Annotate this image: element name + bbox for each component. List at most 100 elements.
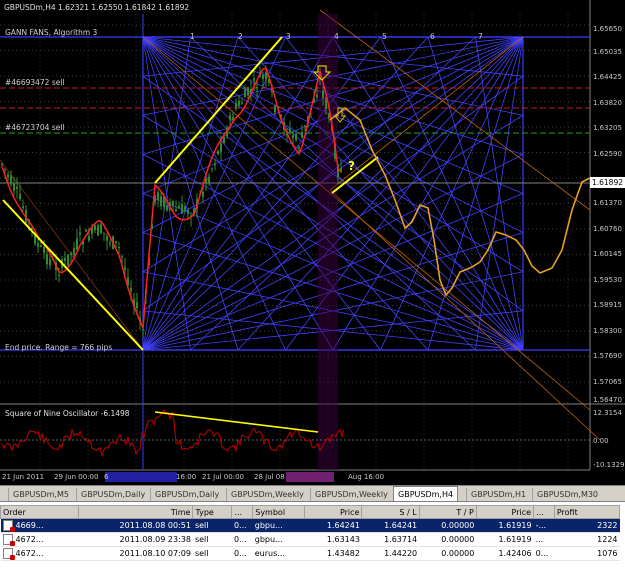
x-axis-label: Aug 16:00 bbox=[348, 473, 385, 481]
candle-body bbox=[316, 94, 318, 98]
col-current-price[interactable]: Price bbox=[475, 505, 535, 519]
table-cell: gbpu... bbox=[252, 532, 305, 547]
table-header: Order Time Type ... Symbol Price S / L T… bbox=[0, 505, 621, 519]
candle-body bbox=[253, 78, 255, 81]
time-highlight bbox=[286, 472, 334, 482]
table-cell: ... bbox=[533, 532, 555, 547]
candle-body bbox=[274, 105, 276, 113]
candle-body bbox=[160, 196, 162, 207]
y-axis-label: 1.65650 bbox=[593, 25, 622, 33]
candle-body bbox=[247, 87, 249, 96]
candle-body bbox=[256, 87, 258, 89]
orange-diagonal bbox=[319, 9, 591, 211]
col-time[interactable]: Time bbox=[78, 505, 194, 519]
candle-body bbox=[121, 255, 123, 258]
candle-body bbox=[136, 302, 138, 309]
col-price[interactable]: Price bbox=[304, 505, 363, 519]
candle-body bbox=[100, 224, 102, 233]
candle-body bbox=[7, 174, 9, 178]
col-type[interactable]: Type bbox=[192, 505, 233, 519]
candle-body bbox=[22, 206, 24, 209]
candle-body bbox=[178, 205, 180, 209]
x-axis-label: 6 bbox=[104, 473, 109, 481]
candle-body bbox=[124, 267, 126, 270]
candle-body bbox=[322, 90, 324, 98]
x-axis-label: 16:00 bbox=[176, 473, 197, 481]
table-cell: 1.63714 bbox=[361, 532, 420, 547]
tab-gbpusdm-daily[interactable]: GBPUSDm,Daily bbox=[76, 488, 149, 501]
x-axis-label: 29 Jun 00:00 bbox=[54, 473, 99, 481]
y-axis-label: 1.63205 bbox=[593, 124, 622, 132]
table-cell: sell bbox=[192, 546, 232, 561]
candle-body bbox=[304, 125, 306, 128]
y-axis-label: 1.56470 bbox=[593, 396, 622, 404]
col-symbol[interactable]: Symbol bbox=[252, 505, 306, 519]
oscillator-title: Square of Nine Oscillator -6.1498 bbox=[5, 409, 130, 418]
col-order[interactable]: Order bbox=[0, 505, 80, 519]
chart-tabs: GBPUSDm,M5 GBPUSDm,Daily GBPUSDm,Daily G… bbox=[0, 485, 625, 502]
candle-body bbox=[49, 259, 51, 266]
candle-body bbox=[1, 163, 3, 165]
osc-trend-line bbox=[154, 411, 319, 433]
tab-gbpusdm-weekly[interactable]: GBPUSDm,Weekly bbox=[310, 488, 392, 501]
candle-body bbox=[172, 200, 174, 206]
candle-body bbox=[103, 232, 105, 234]
x-axis-label: 21 Jul 00:00 bbox=[202, 473, 244, 481]
tab-gbpusdm-weekly[interactable]: GBPUSDm,Weekly bbox=[226, 488, 308, 501]
y-axis-label: 1.63820 bbox=[593, 99, 622, 107]
tab-gbpusdm-h4[interactable]: GBPUSDm,H4 bbox=[393, 486, 459, 502]
candle-body bbox=[208, 176, 210, 183]
candle-body bbox=[73, 248, 75, 255]
col-tp[interactable]: T / P bbox=[418, 505, 477, 519]
order-icon bbox=[2, 534, 15, 546]
candle-body bbox=[67, 254, 69, 266]
x-axis-label: 21 Jun 2011 bbox=[2, 473, 45, 481]
order-id: 4669... bbox=[15, 521, 44, 530]
table-cell: gbpu... bbox=[252, 518, 305, 533]
candle-body bbox=[130, 288, 132, 292]
candle-body bbox=[289, 128, 291, 132]
col-size[interactable]: ... bbox=[231, 505, 254, 519]
y-axis-label: 1.60760 bbox=[593, 225, 622, 233]
table-cell: 1.61919 bbox=[476, 518, 534, 533]
table-cell: -... bbox=[533, 518, 555, 533]
col-commission[interactable]: ... bbox=[533, 505, 555, 519]
candle-body bbox=[211, 168, 213, 170]
candle-body bbox=[205, 178, 207, 184]
table-cell: 1.61919 bbox=[476, 532, 534, 547]
candle-body bbox=[157, 192, 159, 200]
col-profit[interactable]: Profit bbox=[553, 505, 621, 519]
candle-body bbox=[46, 254, 48, 265]
chart-window[interactable]: GBPUSDm,H4 1.62321 1.62550 1.61842 1.618… bbox=[0, 0, 625, 485]
tab-gbpusdm-h1[interactable]: GBPUSDm,H1 bbox=[466, 488, 530, 501]
chart-title: GBPUSDm,H4 1.62321 1.62550 1.61842 1.618… bbox=[4, 3, 190, 12]
table-row[interactable]: 4672... 2011.08.10 07:09 sell 0... eurus... 1… bbox=[0, 546, 620, 561]
current-price-tag: 1.61892 bbox=[590, 177, 625, 188]
table-row[interactable]: 4672... 2011.08.09 23:38 sell 0... gbpu... 1.… bbox=[0, 532, 620, 547]
trend-line bbox=[2, 199, 144, 351]
y-axis-label: 1.58300 bbox=[593, 327, 622, 335]
table-cell: 0... bbox=[231, 518, 253, 533]
table-cell: 0... bbox=[533, 546, 555, 561]
candle-body bbox=[79, 232, 81, 235]
candle-body bbox=[262, 74, 264, 80]
candle-body bbox=[229, 115, 231, 121]
table-cell: 0... bbox=[231, 532, 253, 547]
candle-body bbox=[235, 103, 237, 109]
tab-gbpusdm-m30[interactable]: GBPUSDm,M30 bbox=[532, 488, 602, 501]
candle-body bbox=[202, 191, 204, 197]
candle-body bbox=[40, 245, 42, 247]
table-cell: 4672... bbox=[0, 532, 79, 547]
candle-body bbox=[184, 206, 186, 211]
order-line-label: #46693472 sell bbox=[5, 78, 65, 87]
table-cell: 1224 bbox=[554, 532, 620, 547]
table-cell: 2011.08.10 07:09 bbox=[78, 546, 193, 561]
table-row[interactable]: 4669... 2011.08.08 00:51 sell 0... gbpu... 1.… bbox=[0, 518, 620, 533]
order-id: 4672... bbox=[15, 535, 44, 544]
tab-gbpusdm-m5[interactable]: GBPUSDm,M5 bbox=[8, 488, 73, 501]
table-cell: 1.64241 bbox=[361, 518, 420, 533]
candle-body bbox=[58, 274, 60, 276]
orders-table: Order Time Type ... Symbol Price S / L T… bbox=[0, 505, 621, 561]
tab-gbpusdm-daily[interactable]: GBPUSDm,Daily bbox=[150, 488, 223, 501]
col-sl[interactable]: S / L bbox=[361, 505, 420, 519]
